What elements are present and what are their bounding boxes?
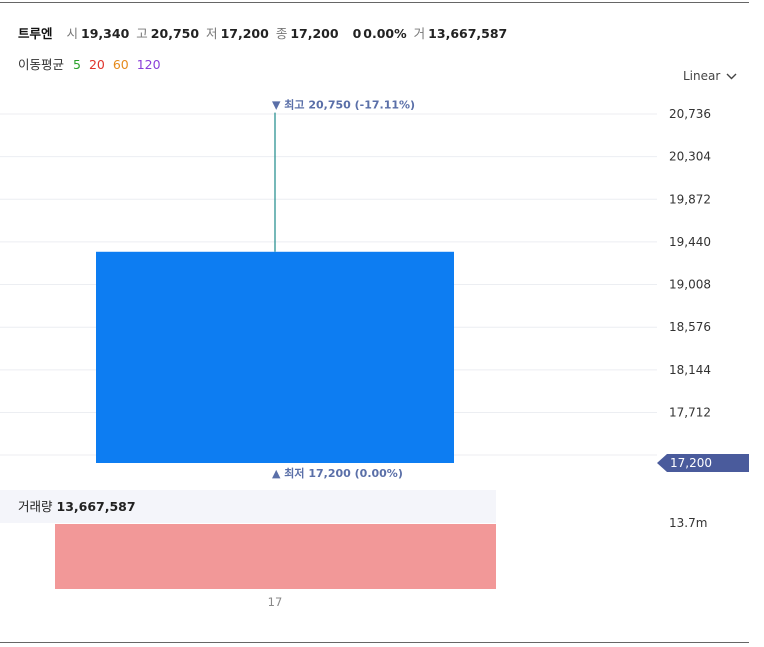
y-tick-label: 18,144	[669, 363, 711, 377]
current-price-tag: 17,200	[657, 454, 749, 472]
candle-body[interactable]	[96, 251, 454, 463]
y-tick-label: 18,576	[669, 320, 711, 334]
candlestick-chart[interactable]: 20,736 20,304 19,872 19,440 19,008 18,576 18,1…	[0, 0, 764, 647]
y-tick-label: 19,008	[669, 278, 711, 292]
y-tick-label: 20,736	[669, 107, 711, 121]
y-axis-ticks: 20,736 20,304 19,872 19,440 19,008 18,576 18,1…	[669, 107, 711, 419]
volume-axis-label: 13.7m	[669, 516, 707, 530]
y-tick-label: 19,440	[669, 235, 711, 249]
x-axis: 17	[268, 595, 283, 609]
volume-title: 거래량 13,667,587	[18, 496, 136, 515]
volume-panel-value: 13,667,587	[56, 499, 136, 514]
high-annotation: ▼ 최고 20,750 (-17.11%)	[272, 98, 415, 112]
volume-panel-label: 거래량	[18, 499, 53, 514]
candles	[96, 112, 454, 463]
bottom-border	[0, 642, 749, 643]
low-annotation: ▲ 최저 17,200 (0.00%)	[272, 466, 403, 480]
y-tick-label: 20,304	[669, 150, 711, 164]
y-tick-label: 17,712	[669, 405, 711, 419]
current-price-label: 17,200	[670, 456, 712, 470]
x-tick-label: 17	[268, 595, 283, 609]
volume-bar[interactable]	[55, 524, 496, 589]
y-tick-label: 19,872	[669, 192, 711, 206]
